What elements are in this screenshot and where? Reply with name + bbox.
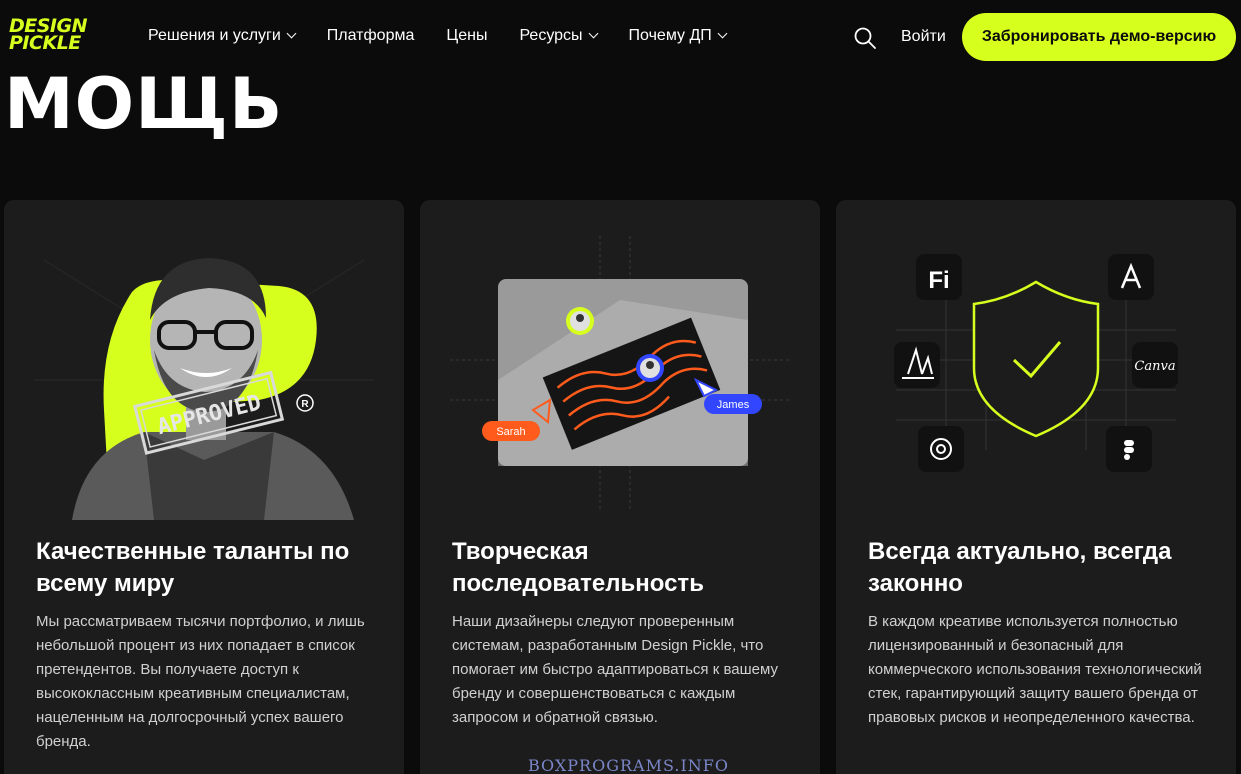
feature-card-legal: Fi Canva Всегда актуально, всегда законн… [836, 200, 1236, 774]
nav-item-platform[interactable]: Платформа [327, 27, 415, 45]
card-description: В каждом креативе используется полностью… [868, 613, 1202, 726]
talent-illustration: APPROVED R [34, 258, 374, 520]
chevron-down-icon [286, 28, 297, 39]
book-demo-button[interactable]: Забронировать демо-версию [962, 13, 1236, 61]
feature-card-talent: APPROVED R Качественные таланты по всему… [4, 200, 404, 774]
nav-item-why-dp[interactable]: Почему ДП [629, 27, 728, 45]
card-title: Всегда актуально, всегда законно [868, 538, 1172, 597]
nav-menu: Решения и услуги Платформа Цены Ресурсы … [148, 27, 728, 45]
chevron-down-icon [588, 28, 598, 39]
nav-item-resources[interactable]: Ресурсы [519, 27, 598, 45]
legal-illustration: Fi Canva [894, 254, 1178, 472]
chevron-down-icon [717, 28, 728, 39]
cursor-label-sarah: Sarah [496, 426, 525, 438]
nav-item-pricing[interactable]: Цены [446, 27, 487, 45]
consistency-illustration: Sarah James [450, 236, 790, 510]
card-description: Наши дизайнеры следуют проверенным систе… [452, 613, 778, 726]
design-pickle-logo[interactable]: DESIGN PICKLE [9, 17, 99, 53]
search-icon[interactable] [854, 27, 876, 49]
login-link[interactable]: Войти [901, 28, 946, 46]
cursor-label-james: James [717, 399, 750, 411]
card-description: Мы рассматриваем тысячи портфолио, и лиш… [36, 613, 365, 750]
firefly-icon: Fi [928, 267, 949, 294]
nav-item-solutions[interactable]: Решения и услуги [148, 27, 297, 45]
svg-text:R: R [301, 399, 309, 410]
card-title: Творческая последовательность [452, 538, 704, 597]
hero-heading: МОЩЬ [4, 63, 284, 145]
watermark: BOXPROGRAMS.INFO [528, 756, 729, 774]
canva-icon: Canva [1134, 359, 1175, 374]
card-title: Качественные таланты по всему миру [36, 538, 350, 597]
feature-card-consistency: Sarah James Творческая последовательност… [420, 200, 820, 774]
